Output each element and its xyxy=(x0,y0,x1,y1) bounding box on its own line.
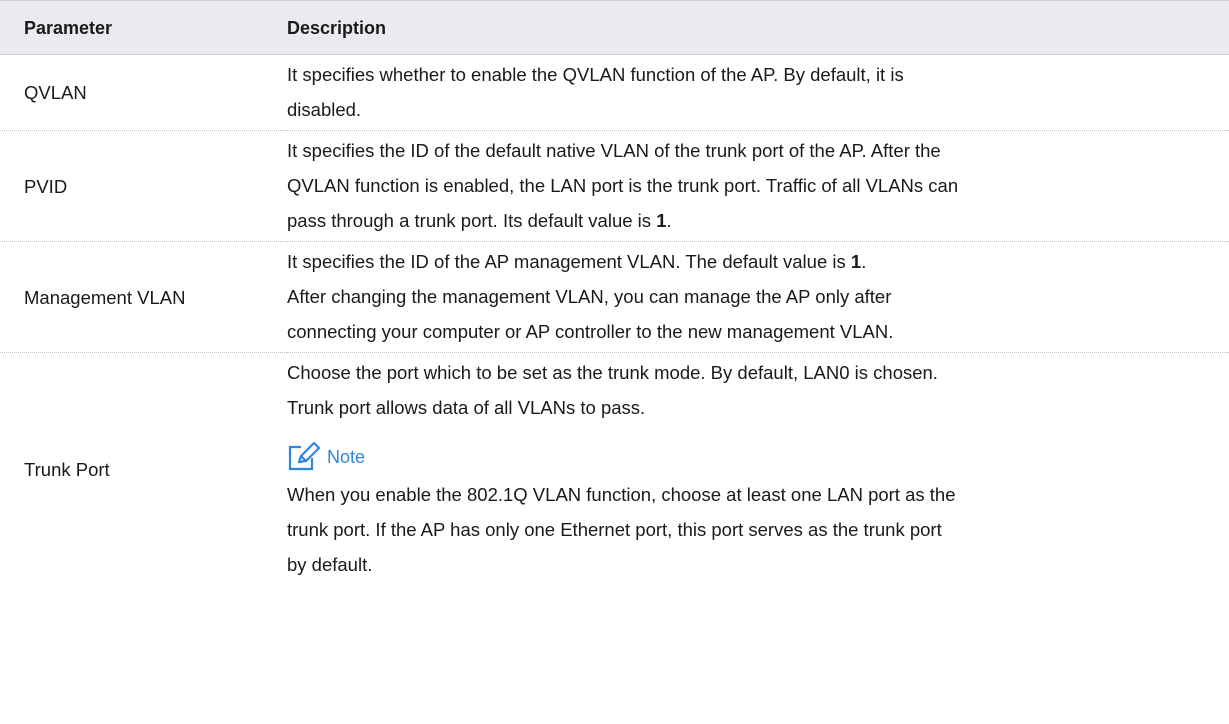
header-description: Description xyxy=(287,17,387,38)
default-value: 1 xyxy=(656,210,667,231)
description-line: Choose the port which to be set as the t… xyxy=(287,362,938,383)
table-header-row: Parameter Description xyxy=(0,0,1229,55)
description-line: QVLAN function is enabled, the LAN port … xyxy=(287,175,959,196)
param-description: It specifies the ID of the default nativ… xyxy=(287,131,1229,242)
param-description: It specifies the ID of the AP management… xyxy=(287,242,1229,353)
note-label: Note xyxy=(327,446,366,467)
description-text: . xyxy=(666,210,672,231)
table-row: Management VLAN It specifies the ID of t… xyxy=(0,242,1229,353)
parameter-table: Parameter Description QVLAN It specifies… xyxy=(0,0,1229,585)
description-line: It specifies whether to enable the QVLAN… xyxy=(287,64,904,85)
description-line: It specifies the ID of the AP management… xyxy=(287,244,1229,279)
description-line: After changing the management VLAN, you … xyxy=(287,286,892,307)
param-description: It specifies whether to enable the QVLAN… xyxy=(287,55,1229,131)
table-row: QVLAN It specifies whether to enable the… xyxy=(0,55,1229,131)
description-text: It specifies the ID of the AP management… xyxy=(287,251,851,272)
note-edit-icon xyxy=(288,442,321,471)
default-value: 1 xyxy=(850,251,862,272)
header-parameter: Parameter xyxy=(24,17,113,38)
param-description: Choose the port which to be set as the t… xyxy=(287,353,1229,586)
description-line: disabled. xyxy=(287,99,362,120)
description-text: pass through a trunk port. Its default v… xyxy=(287,210,657,231)
param-name: PVID xyxy=(24,175,68,197)
description-line: pass through a trunk port. Its default v… xyxy=(287,203,1229,238)
note-line: When you enable the 802.1Q VLAN function… xyxy=(287,484,956,505)
table-row: Trunk Port Choose the port which to be s… xyxy=(0,353,1229,586)
description-text: . xyxy=(861,251,867,272)
table-row: PVID It specifies the ID of the default … xyxy=(0,131,1229,242)
note-line: by default. xyxy=(287,554,373,575)
param-name: QVLAN xyxy=(24,82,87,103)
param-name: Trunk Port xyxy=(24,458,110,480)
note-line: trunk port. If the AP has only one Ether… xyxy=(287,519,942,540)
note-heading: Note xyxy=(287,437,1229,477)
description-line: connecting your computer or AP controlle… xyxy=(287,321,894,342)
description-line: Trunk port allows data of all VLANs to p… xyxy=(287,397,646,418)
description-line: It specifies the ID of the default nativ… xyxy=(287,140,941,161)
param-name: Management VLAN xyxy=(24,286,186,308)
